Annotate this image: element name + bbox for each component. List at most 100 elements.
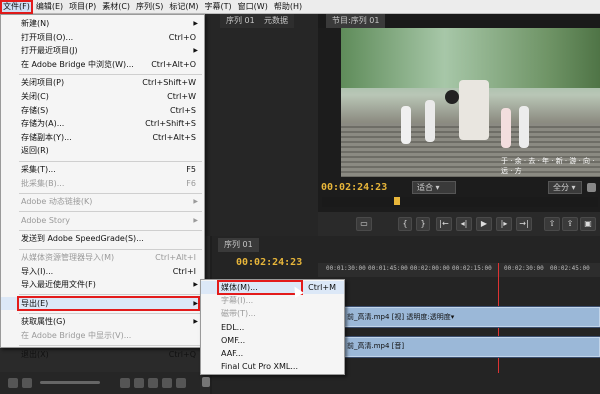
menubar-item[interactable]: 标记(M) [166,0,201,14]
menu-item[interactable]: EDL... [201,321,344,334]
ruler-tick-label: 00:02:30:00 [504,265,544,272]
step-back-button[interactable]: ◂| [456,217,472,231]
source-tab-sequence[interactable]: 序列 01 [220,14,261,28]
menu-item-label: Adobe Story [21,215,70,225]
submenu-arrow-icon: ▶ [193,216,198,224]
menu-item[interactable]: 导出(E) ▶ [1,295,204,312]
menubar-item[interactable]: 编辑(E) [33,0,66,14]
zoom-slider[interactable] [40,381,100,384]
menu-item-label: 新建(N) [21,19,50,28]
menu-item-shortcut: Ctrl+Q [168,349,196,359]
source-tab-metadata[interactable]: 元数据 [258,14,294,28]
export-submenu: 媒体(M)... Ctrl+M 字幕(I)... 磁带(T)... EDL... OMF.… [200,279,345,375]
menu-item-label: 关闭项目(P) [21,78,65,88]
menu-item[interactable]: 采集(T)... F5 [1,163,204,176]
highlight-box [217,280,303,296]
menu-item-label: 字幕(I)... [221,296,254,306]
menu-separator [19,160,202,162]
menu-item: Adobe 动态链接(K) ▶ [1,195,204,208]
lift-button[interactable]: ⇧ [544,217,560,231]
menu-item-label: 打开最近项目(J) [21,46,78,56]
menu-item-shortcut: Ctrl+I [172,266,196,276]
menu-item[interactable]: 存储(S) Ctrl+S [1,104,204,117]
menubar-item[interactable]: 帮助(H) [271,0,305,14]
timeline-tab[interactable]: 序列 01 [218,238,259,252]
automate-icon[interactable] [120,378,130,388]
menu-item-label: Final Cut Pro XML... [221,362,299,372]
program-timecode[interactable]: 00:02:24:23 [321,182,387,193]
menu-item-label: 关闭(C) [21,92,49,101]
audio-clip[interactable]: 前_高清.mp4 [音] [344,337,600,357]
audio-clip-label: 前_高清.mp4 [音] [347,342,405,350]
menu-item[interactable]: 导入最近使用文件(F) ▶ [1,278,204,291]
menu-item-label: 退出(X) [21,349,49,359]
menu-item[interactable]: 存储副本(Y)... Ctrl+Alt+S [1,131,204,144]
menu-item[interactable]: 媒体(M)... Ctrl+M [201,280,344,296]
menubar-item[interactable]: 窗口(W) [235,0,271,14]
menu-item[interactable]: 在 Adobe Bridge 中浏览(W)... Ctrl+Alt+O [1,58,204,71]
menu-item-shortcut: F6 [186,178,196,188]
menu-item[interactable]: 关闭项目(P) Ctrl+Shift+W [1,76,204,89]
playhead-marker[interactable] [394,197,400,205]
menu-item[interactable]: AAF... [201,347,344,360]
menu-item: 磁带(T)... [201,307,344,320]
delete-icon[interactable] [176,378,186,388]
play-button[interactable]: ▶ [476,217,492,231]
menu-item: 批采集(B)... F6 [1,177,204,190]
menu-item[interactable]: 打开最近项目(J) ▶ [1,44,204,57]
menu-item[interactable]: 关闭(C) Ctrl+W [1,90,204,103]
find-icon[interactable] [134,378,144,388]
menu-item-label: 打开项目(O)... [21,32,74,42]
menu-item[interactable]: Final Cut Pro XML... [201,360,344,373]
menu-item-label: 存储为(A)... [21,119,65,129]
project-panel-bottom-bar [0,372,200,394]
timeline-timecode[interactable]: 00:02:24:23 [236,257,302,268]
fit-dropdown[interactable]: 适合 ▾ [412,181,456,194]
icon-view-icon[interactable] [22,378,32,388]
export-frame-button[interactable]: ▣ [580,217,596,231]
menu-item-label: 获取属性(G) [21,317,66,327]
ruler-tick-label: 00:01:45:00 [368,265,408,272]
menubar-item[interactable]: 字幕(T) [202,0,235,14]
menu-item-shortcut: Ctrl+O [168,32,196,42]
menu-separator [19,73,202,75]
menu-item[interactable]: 返回(R) [1,144,204,157]
menu-item[interactable]: 退出(X) Ctrl+Q [1,348,204,361]
ruler-tick-label: 00:02:45:00 [550,265,590,272]
selection-tool-icon[interactable] [202,377,210,387]
program-scrub-bar[interactable] [322,197,598,207]
menu-item-label: 在 Adobe Bridge 中显示(V)... [21,331,132,340]
menu-item-shortcut: Ctrl+Alt+S [152,132,196,142]
wrench-icon[interactable] [587,183,596,192]
menu-item[interactable]: 存储为(A)... Ctrl+Shift+S [1,117,204,130]
menu-item-shortcut: F5 [186,165,196,174]
list-view-icon[interactable] [8,378,18,388]
menu-item-shortcut: Ctrl+Alt+I [155,253,196,262]
menubar-item[interactable]: 文件(F) [0,0,33,14]
new-item-icon[interactable] [162,378,172,388]
menubar-item[interactable]: 项目(P) [66,0,99,14]
step-forward-button[interactable]: |▸ [496,217,512,231]
menubar-item[interactable]: 素材(C) [99,0,133,14]
menu-item[interactable]: OMF... [201,334,344,347]
menu-item-label: EDL... [221,322,245,332]
program-monitor-tab[interactable]: 节目:序列 01 [326,14,386,28]
timeline-ruler[interactable]: 00:01:30:00 00:01:45:00 00:02:00:00 00:02:1… [318,263,600,277]
insert-button[interactable]: ▭ [356,217,372,231]
go-to-out-button[interactable]: →| [516,217,532,231]
menu-item[interactable]: 打开项目(O)... Ctrl+O [1,31,204,44]
video-clip[interactable]: 前_高清.mp4 [视] 透明度:透明度▾ [344,307,600,327]
highlight-box [17,295,200,312]
menu-item[interactable]: 发送到 Adobe SpeedGrade(S)... [1,232,204,245]
extract-button[interactable]: ⇪ [562,217,578,231]
new-bin-icon[interactable] [148,378,158,388]
menu-item[interactable]: 导入(I)... Ctrl+I [1,265,204,278]
menu-item[interactable]: 新建(N) ▶ [1,17,204,30]
menubar-item[interactable]: 序列(S) [133,0,166,14]
submenu-arrow-icon: ▶ [193,198,198,206]
mark-out-button[interactable]: } [416,217,430,231]
mark-in-button[interactable]: { [398,217,412,231]
menu-item[interactable]: 获取属性(G) ▶ [1,315,204,328]
go-to-in-button[interactable]: |← [436,217,452,231]
quality-dropdown[interactable]: 全分 ▾ [548,181,582,194]
